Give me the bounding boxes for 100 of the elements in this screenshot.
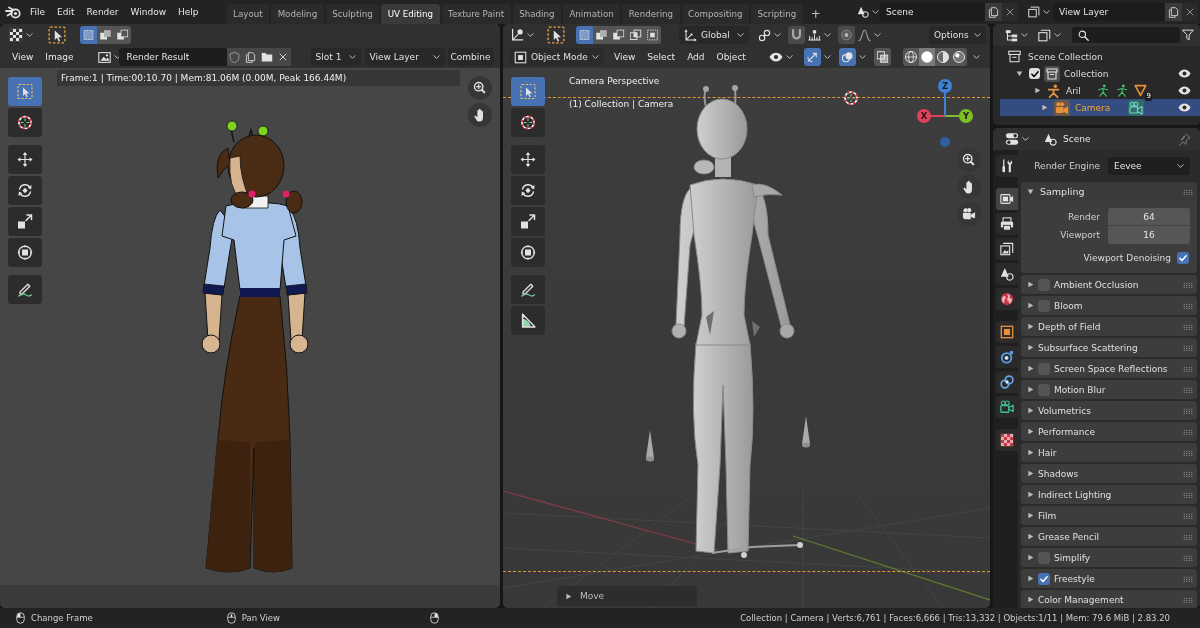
new-view-layer-button[interactable]	[1165, 3, 1182, 21]
hand-icon[interactable]	[957, 175, 981, 199]
workspace-tab[interactable]: Scripting	[751, 4, 803, 24]
globe-icon[interactable]	[996, 288, 1018, 310]
axis-handle[interactable]: Y	[959, 109, 973, 123]
drag-handle-icon[interactable]	[1183, 188, 1193, 195]
drag-handle-icon[interactable]	[1183, 533, 1193, 540]
pass-dropdown[interactable]: Combine	[447, 48, 494, 66]
axis-handle[interactable]: Z	[938, 79, 952, 93]
gizmo-icon[interactable]	[804, 48, 821, 66]
object-square-icon[interactable]	[996, 321, 1018, 343]
printer-icon[interactable]	[996, 213, 1018, 235]
expand-arrow-icon[interactable]	[1027, 491, 1034, 498]
eye-icon[interactable]	[1178, 69, 1191, 78]
panel-header[interactable]: Motion Blur	[1021, 380, 1197, 399]
new-scene-button[interactable]	[985, 3, 1002, 21]
menu-item[interactable]: Object	[710, 47, 752, 67]
outliner-row[interactable]: Scene Collection	[993, 48, 1200, 65]
caret-icon[interactable]	[824, 55, 831, 59]
scale-icon[interactable]	[511, 207, 545, 236]
expand-arrow-icon[interactable]	[1027, 596, 1034, 603]
filter-icon[interactable]	[1182, 29, 1194, 41]
panel-header[interactable]: Indirect Lighting	[1021, 485, 1197, 504]
expand-arrow-icon[interactable]	[1027, 344, 1034, 351]
expand-arrow-icon[interactable]	[1027, 365, 1034, 372]
workspace-tab[interactable]: Shading	[512, 4, 561, 24]
outliner-row[interactable]: Camera	[1000, 99, 1200, 116]
extend-selection-icon[interactable]	[593, 26, 610, 44]
pin-icon[interactable]	[1178, 132, 1191, 146]
drag-handle-icon[interactable]	[1183, 323, 1193, 330]
expand-arrow-icon[interactable]	[1027, 302, 1034, 309]
panel-header[interactable]: Bloom	[1021, 296, 1197, 315]
menu-item[interactable]: View	[6, 47, 40, 67]
rendered-shading-icon[interactable]	[951, 48, 967, 66]
expand-arrow-icon[interactable]	[1027, 575, 1034, 582]
drag-handle-icon[interactable]	[1183, 449, 1193, 456]
extend-selection-icon[interactable]	[97, 26, 114, 44]
orientation-dropdown[interactable]: Global	[679, 26, 749, 44]
drag-handle-icon[interactable]	[1183, 281, 1193, 288]
panel-header[interactable]: Freestyle	[1021, 569, 1197, 588]
image-stack-icon[interactable]	[996, 238, 1018, 260]
menu-item[interactable]: Add	[681, 47, 711, 67]
mode-dropdown[interactable]: Object Mode	[509, 48, 604, 66]
panel-header[interactable]: Performance	[1021, 422, 1197, 441]
layer-dropdown[interactable]: View Layer	[364, 48, 445, 66]
workspace-tab[interactable]: Sculpting	[325, 4, 380, 24]
magnet-icon[interactable]	[788, 26, 805, 44]
expand-arrow-icon[interactable]	[1027, 407, 1034, 414]
panel-header[interactable]: Shadows	[1021, 464, 1197, 483]
expand-arrow-icon[interactable]	[1027, 323, 1034, 330]
camera-icon[interactable]	[957, 202, 981, 226]
select-tool-icon[interactable]	[48, 26, 66, 44]
collapse-arrow-icon[interactable]	[1027, 188, 1034, 195]
expand-arrow-icon[interactable]	[1027, 554, 1034, 561]
menu-item[interactable]: Select	[641, 47, 682, 67]
expand-arrow-icon[interactable]	[1041, 104, 1048, 111]
checkbox[interactable]	[1029, 68, 1040, 79]
expand-arrow-icon[interactable]	[1027, 449, 1034, 456]
menu-item[interactable]: Image	[39, 47, 80, 67]
modifier-triangle-icon[interactable]	[1133, 83, 1147, 97]
caret-icon[interactable]	[859, 55, 866, 59]
menu-item[interactable]: Help	[172, 2, 205, 22]
last-operator-panel[interactable]: Move	[557, 586, 697, 606]
drag-handle-icon[interactable]	[1183, 491, 1193, 498]
zoom-icon[interactable]	[957, 148, 981, 172]
number-field[interactable]: 16	[1108, 226, 1190, 244]
expand-arrow-icon[interactable]	[1027, 386, 1034, 393]
drag-handle-icon[interactable]	[1183, 302, 1193, 309]
link-icon[interactable]	[996, 371, 1018, 393]
expand-arrow-icon[interactable]	[1034, 87, 1041, 94]
eye-icon[interactable]	[1178, 103, 1191, 112]
cursor-icon[interactable]	[8, 108, 42, 137]
invert-selection-icon[interactable]	[627, 26, 644, 44]
texture-pattern-icon[interactable]	[996, 429, 1018, 451]
slot-dropdown[interactable]: Slot 1	[310, 48, 361, 66]
scene-name-field[interactable]: Scene	[880, 3, 985, 21]
pencil-icon[interactable]	[511, 275, 545, 304]
panel-header[interactable]: Ambient Occlusion	[1021, 275, 1197, 294]
material-shading-icon[interactable]	[935, 48, 951, 66]
drag-handle-icon[interactable]	[1183, 365, 1193, 372]
wireframe-shading-icon[interactable]	[903, 48, 919, 66]
proportional-icon[interactable]	[838, 26, 855, 44]
workspace-tab[interactable]: Layout	[226, 4, 270, 24]
menu-item[interactable]: Render	[80, 2, 125, 22]
render-icon[interactable]	[996, 188, 1018, 210]
eye-icon[interactable]	[1178, 86, 1191, 95]
workspace-tab[interactable]: Texture Paint	[441, 4, 511, 24]
expand-arrow-icon[interactable]	[1027, 428, 1034, 435]
drag-handle-icon[interactable]	[1183, 512, 1193, 519]
transform-icon[interactable]	[511, 238, 545, 267]
caret-icon[interactable]	[973, 55, 980, 59]
panel-header[interactable]: Simplify	[1021, 548, 1197, 567]
workspace-tab[interactable]: Compositing	[681, 4, 750, 24]
add-workspace-button[interactable]: +	[804, 4, 827, 24]
rotate-icon[interactable]	[8, 176, 42, 205]
camera-data-icon[interactable]	[1128, 99, 1145, 116]
number-field[interactable]: 64	[1108, 208, 1190, 226]
scale-icon[interactable]	[8, 207, 42, 236]
menu-item[interactable]: Window	[124, 2, 173, 22]
subtract-selection-icon[interactable]	[114, 26, 131, 44]
